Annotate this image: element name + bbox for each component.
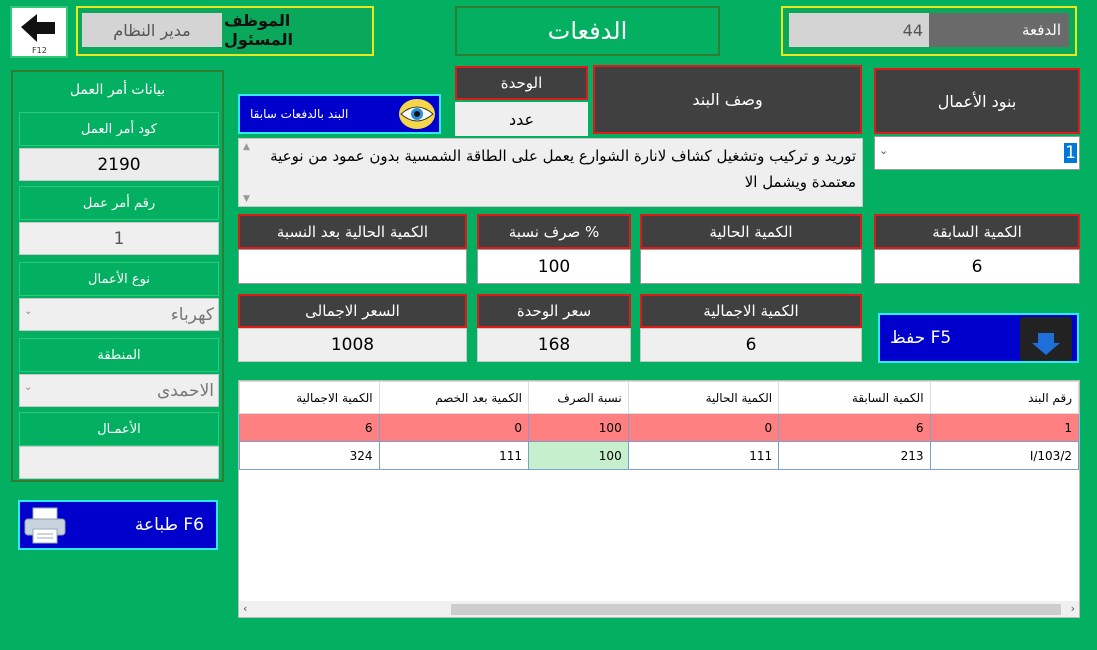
region-label: المنطقة — [19, 338, 219, 372]
chevron-down-icon: ⌄ — [24, 382, 33, 393]
column-header[interactable]: رقم البند — [929, 381, 1080, 414]
order-code-label: كود أمر العمل — [19, 112, 219, 146]
pct-field[interactable]: 100 — [477, 249, 631, 284]
work-order-panel: بيانات أمر العمل كود أمر العمل 2190 رقم … — [11, 70, 224, 482]
scroll-up-icon[interactable]: ▲ — [243, 142, 250, 152]
download-icon — [1020, 317, 1072, 361]
table-cell[interactable]: 6 — [778, 413, 931, 442]
total-price-label: السعر الاجمالى — [238, 294, 467, 328]
table-header-row: رقم البند الكمية السابقة الكمية الحالية … — [239, 381, 1080, 414]
column-header[interactable]: الكمية السابقة — [778, 381, 931, 414]
desc-label: وصف البند — [593, 65, 862, 134]
arrow-down-icon — [1032, 333, 1060, 355]
unit-price-label: سعر الوحدة — [477, 294, 631, 328]
prev-qty-field[interactable]: 6 — [874, 249, 1080, 284]
table-cell[interactable]: 213 — [778, 441, 931, 470]
scrollbar[interactable]: ▲ ▼ — [240, 140, 254, 206]
table-cell[interactable]: 100 — [527, 441, 629, 470]
table-cell[interactable]: 324 — [239, 441, 380, 470]
total-price-field[interactable]: 1008 — [238, 328, 467, 362]
print-button[interactable]: طباعة F6 — [18, 500, 218, 550]
works-field[interactable] — [19, 446, 219, 479]
arrow-left-icon — [21, 14, 55, 42]
prev-payments-button[interactable]: البند بالدفعات سابقا — [238, 94, 441, 134]
payment-box: 44 الدفعة — [781, 6, 1077, 56]
region-select[interactable]: ⌄ الاحمدى — [19, 374, 219, 407]
table-cell[interactable]: 0 — [627, 413, 780, 442]
curr-after-pct-field[interactable] — [238, 249, 467, 284]
page-title: الدفعات — [455, 6, 720, 56]
total-qty-field[interactable]: 6 — [640, 328, 862, 362]
pct-label: صرف نسبة % — [477, 214, 631, 249]
payment-label-box: الدفعة — [929, 13, 1069, 47]
work-type-select[interactable]: ⌄ كهرباء — [19, 298, 219, 331]
items-grid: رقم البند الكمية السابقة الكمية الحالية … — [239, 381, 1080, 470]
table-cell[interactable]: I/103/2 — [929, 441, 1080, 470]
eye-icon — [399, 99, 435, 129]
curr-qty-field[interactable] — [640, 249, 862, 284]
order-code-field[interactable]: 2190 — [19, 148, 219, 181]
work-type-value: كهرباء — [170, 304, 214, 325]
work-order-title: بيانات أمر العمل — [69, 82, 166, 98]
unit-field[interactable]: عدد — [455, 102, 588, 136]
items-label: بنود الأعمال — [874, 68, 1080, 134]
column-header[interactable]: الكمية بعد الخصم — [378, 381, 529, 414]
table-row[interactable]: I/103/2 213 111 100 111 324 — [239, 441, 1080, 470]
officer-field: مدير النظام — [82, 13, 222, 47]
total-qty-label: الكمية الاجمالية — [640, 294, 862, 328]
chevron-down-icon: ⌄ — [24, 306, 33, 317]
region-value: الاحمدى — [157, 380, 214, 401]
curr-after-pct-label: الكمية الحالية بعد النسبة — [238, 214, 467, 249]
description-textarea[interactable]: توريد و تركيب وتشغيل كشاف لانارة الشوارع… — [238, 138, 863, 207]
works-label: الأعمـال — [19, 412, 219, 446]
table-cell[interactable]: 6 — [239, 413, 380, 442]
payment-field[interactable]: 44 — [789, 13, 929, 47]
column-header[interactable]: نسبة الصرف — [527, 381, 629, 414]
save-button[interactable]: حفظ F5 — [878, 313, 1079, 363]
prev-payments-label: البند بالدفعات سابقا — [250, 107, 349, 121]
table-cell[interactable]: 111 — [378, 441, 529, 470]
scroll-left-icon[interactable]: ‹ — [243, 602, 247, 615]
save-button-label: حفظ F5 — [890, 328, 952, 348]
printer-icon — [24, 507, 66, 544]
unit-label: الوحدة — [455, 66, 588, 100]
scrollbar-thumb[interactable] — [451, 604, 1061, 615]
description-text: توريد و تركيب وتشغيل كشاف لانارة الشوارع… — [270, 147, 856, 191]
column-header[interactable]: الكمية الحالية — [627, 381, 780, 414]
chevron-down-icon: ⌄ — [879, 144, 889, 157]
items-table: رقم البند الكمية السابقة الكمية الحالية … — [238, 380, 1080, 618]
curr-qty-label: الكمية الحالية — [640, 214, 862, 249]
items-value: 1 — [1064, 143, 1077, 163]
payment-label: الدفعة — [1021, 21, 1061, 39]
table-row[interactable]: 1 6 0 100 0 6 — [239, 413, 1080, 442]
horizontal-scrollbar[interactable]: ‹ › — [239, 601, 1079, 617]
table-cell[interactable]: 111 — [627, 441, 780, 470]
items-select[interactable]: ⌄ 1 — [874, 136, 1080, 170]
back-button[interactable]: F12 — [10, 6, 68, 58]
prev-qty-label: الكمية السابقة — [874, 214, 1080, 249]
column-header[interactable]: الكمية الاجمالية — [239, 381, 380, 414]
table-cell[interactable]: 1 — [929, 413, 1080, 442]
print-button-label: طباعة F6 — [134, 515, 204, 535]
officer-box: مدير النظام الموظف المسئول — [76, 6, 374, 56]
officer-label: الموظف المسئول — [224, 11, 293, 49]
work-type-label: نوع الأعمال — [19, 262, 219, 296]
unit-price-field[interactable]: 168 — [477, 328, 631, 362]
table-cell[interactable]: 0 — [378, 413, 529, 442]
back-key-hint: F12 — [32, 46, 47, 55]
order-number-label: رقم أمر عمل — [19, 186, 219, 220]
table-cell[interactable]: 100 — [527, 413, 629, 442]
scroll-down-icon[interactable]: ▼ — [243, 194, 250, 204]
order-number-field[interactable]: 1 — [19, 222, 219, 255]
scroll-right-icon[interactable]: › — [1071, 602, 1075, 615]
